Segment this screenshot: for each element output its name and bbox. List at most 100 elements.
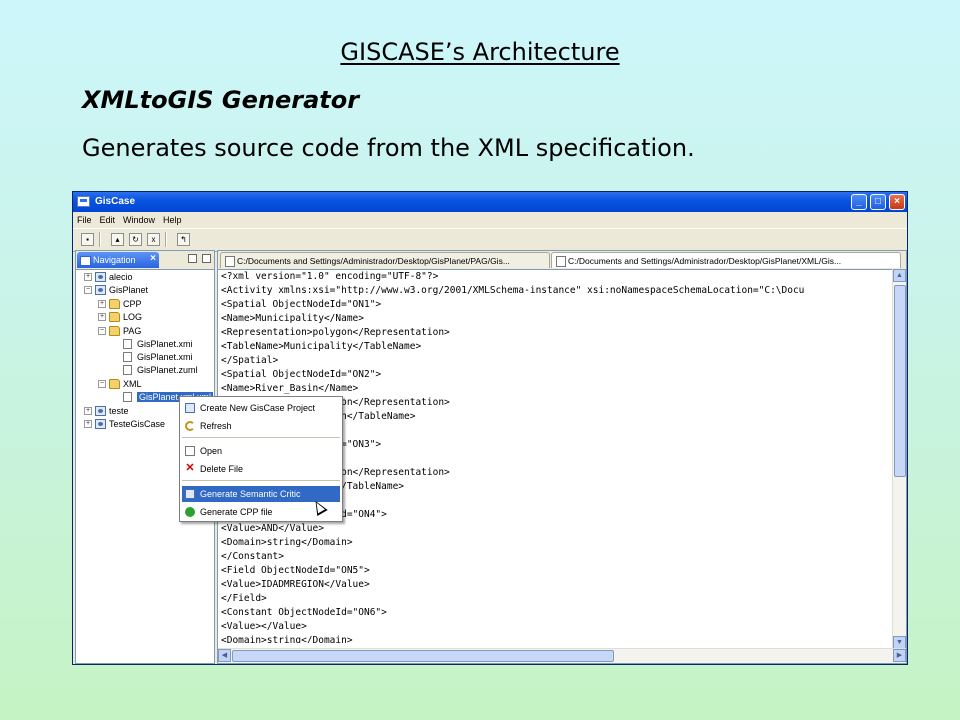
horizontal-scrollbar[interactable]: ◀ ▶ (218, 648, 906, 663)
scroll-left-icon[interactable]: ◀ (218, 649, 231, 662)
minimize-panel-icon[interactable] (188, 254, 197, 263)
menu-item-label: Open (200, 446, 223, 456)
tree-item-label: LOG (123, 312, 143, 322)
app-icon (77, 196, 90, 207)
back-arrow-icon[interactable]: ↰ (177, 233, 190, 246)
tree-item-label: GisPlanet.xmi (137, 339, 193, 349)
editor-tab-pag[interactable]: C:/Documents and Settings/Administrador/… (220, 252, 550, 268)
menu-separator (182, 480, 340, 481)
toolbar-separator (165, 232, 167, 247)
code-line: </Constant> (221, 551, 284, 562)
code-line: <TableName>Municipality</TableName> (221, 341, 422, 352)
slide-subtitle: XMLtoGIS Generator (82, 86, 360, 114)
menu-help[interactable]: Help (159, 212, 186, 225)
folder-icon (109, 299, 120, 309)
export-icon[interactable]: x (147, 233, 160, 246)
window-titlebar[interactable]: GisCase _ □ × (73, 192, 907, 212)
tree-item-label: CPP (123, 299, 142, 309)
editor-tab-bar: C:/Documents and Settings/Administrador/… (218, 251, 906, 270)
code-line: <Activity xmlns:xsi="http://www.w3.org/2… (221, 285, 805, 296)
menu-edit[interactable]: Edit (96, 212, 120, 225)
run-icon[interactable]: ↻ (129, 233, 142, 246)
tree-item-label: teste (109, 406, 129, 416)
code-line: <Spatial ObjectNodeId="ON2"> (221, 369, 382, 380)
expand-icon[interactable]: + (84, 407, 92, 415)
vertical-scrollbar[interactable]: ▲ ▼ (892, 269, 906, 649)
menu-item-label: Generate Semantic Critic (200, 489, 301, 499)
project-icon (185, 489, 195, 499)
tree-item-label: alecio (109, 272, 133, 282)
file-icon (123, 365, 132, 375)
refresh-icon (185, 421, 195, 431)
horizontal-scroll-thumb[interactable] (232, 650, 614, 662)
maximize-panel-icon[interactable] (202, 254, 211, 263)
navigator-header: Navigation × (76, 251, 214, 270)
scroll-right-icon[interactable]: ▶ (893, 649, 906, 662)
generate-icon (185, 507, 195, 517)
code-line: <?xml version="1.0" encoding="UTF-8"?> (221, 271, 439, 282)
code-line: <Domain>string</Domain> (221, 635, 353, 643)
expand-icon[interactable]: + (84, 273, 92, 281)
code-line: <Spatial ObjectNodeId="ON1"> (221, 299, 382, 310)
code-line: <Constant ObjectNodeId="ON6"> (221, 607, 387, 618)
code-line: <Field ObjectNodeId="ON5"> (221, 565, 370, 576)
project-icon (185, 403, 195, 413)
editor-tab-xml[interactable]: C:/Documents and Settings/Administrador/… (551, 252, 901, 268)
delete-icon: ✕ (185, 462, 195, 474)
menu-separator (182, 437, 340, 438)
menu-window[interactable]: Window (119, 212, 159, 225)
code-line: <Value>AND</Value> (221, 523, 324, 534)
menu-item-open[interactable]: Open (182, 443, 340, 459)
file-icon (556, 256, 566, 267)
expand-icon[interactable]: + (98, 313, 106, 321)
file-icon (123, 339, 132, 349)
tree-item-label: PAG (123, 326, 142, 336)
project-icon (95, 272, 106, 282)
tree-item-label: GisPlanet.zuml (137, 365, 198, 375)
editor-tab-label: C:/Documents and Settings/Administrador/… (568, 256, 842, 266)
project-icon (95, 285, 106, 295)
menu-item-delete-file[interactable]: ✕ Delete File (182, 461, 340, 477)
code-line: <Name>River_Basin</Name> (221, 383, 359, 394)
toolbar-separator (99, 232, 101, 247)
code-line: <Value></Value> (221, 621, 307, 632)
close-tab-icon[interactable]: × (150, 253, 156, 264)
navigator-icon (80, 256, 91, 266)
file-icon (123, 392, 132, 402)
close-icon[interactable]: × (889, 194, 905, 210)
slide-title: GISCASE’s Architecture (340, 38, 620, 66)
tab-navigation-label: Navigation (93, 255, 136, 265)
tab-navigation[interactable]: Navigation × (77, 252, 159, 268)
maximize-icon[interactable]: □ (870, 194, 886, 210)
editor-tab-label: C:/Documents and Settings/Administrador/… (237, 256, 510, 266)
expand-icon[interactable]: + (84, 420, 92, 428)
open-project-icon[interactable]: ▴ (111, 233, 124, 246)
scroll-up-icon[interactable]: ▲ (893, 269, 906, 282)
collapse-icon[interactable]: − (84, 286, 92, 294)
toolbar: ▪ ▴ ↻ x ↰ (73, 228, 907, 252)
minimize-icon[interactable]: _ (851, 194, 867, 210)
expand-icon[interactable]: + (98, 300, 106, 308)
folder-icon (109, 312, 120, 322)
vertical-scroll-thumb[interactable] (894, 285, 906, 477)
code-line: <Value>IDADMREGION</Value> (221, 579, 370, 590)
code-line: </Field> (221, 593, 267, 604)
code-line: <Name>Municipality</Name> (221, 313, 364, 324)
code-line: <Domain>string</Domain> (221, 537, 353, 548)
menu-item-label: Create New GisCase Project (200, 403, 316, 413)
collapse-icon[interactable]: − (98, 327, 106, 335)
folder-icon (109, 379, 120, 389)
code-line: <Representation>polygon</Representation> (221, 327, 450, 338)
tree-item-label: GisPlanet.xmi (137, 352, 193, 362)
menu-item-refresh[interactable]: Refresh (182, 418, 340, 434)
file-icon (225, 256, 235, 267)
menubar: File Edit Window Help (73, 212, 907, 228)
menu-item-label: Refresh (200, 421, 232, 431)
code-line: </Spatial> (221, 355, 279, 366)
collapse-icon[interactable]: − (98, 380, 106, 388)
save-icon[interactable]: ▪ (81, 233, 94, 246)
menu-file[interactable]: File (73, 212, 96, 225)
slide-body-text: Generates source code from the XML speci… (82, 134, 695, 162)
menu-item-create-project[interactable]: Create New GisCase Project (182, 400, 340, 416)
tree-item-label: TesteGisCase (109, 419, 166, 429)
